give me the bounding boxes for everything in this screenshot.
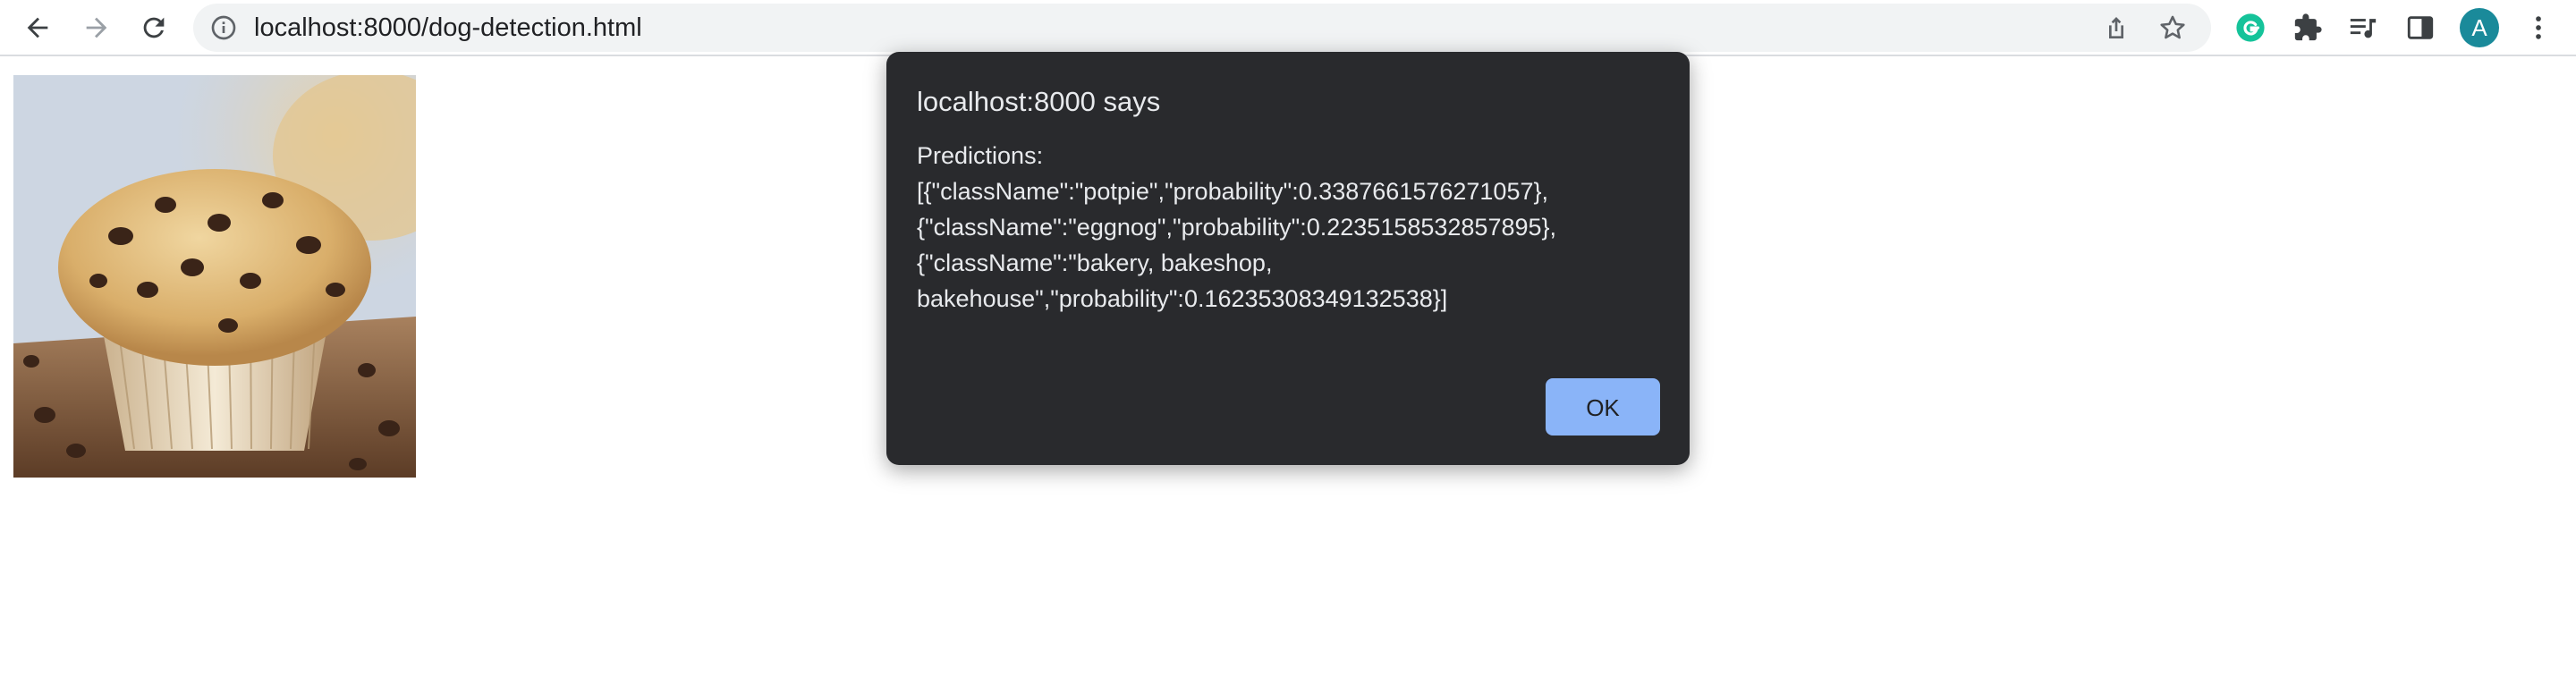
back-button[interactable] bbox=[16, 6, 59, 49]
grammarly-extension[interactable] bbox=[2233, 10, 2268, 46]
browser-toolbar: localhost:8000/dog-detection.html A bbox=[0, 0, 2576, 56]
back-arrow-icon bbox=[27, 17, 48, 38]
dialog-message: Predictions: [{"className":"potpie","pro… bbox=[917, 142, 1557, 312]
grammarly-icon bbox=[2236, 13, 2265, 42]
extensions-button[interactable] bbox=[2290, 10, 2326, 46]
puzzle-extensions-icon bbox=[2294, 13, 2322, 41]
info-icon[interactable] bbox=[209, 13, 238, 42]
address-bar[interactable]: localhost:8000/dog-detection.html bbox=[193, 4, 2211, 52]
side-panel-icon bbox=[2407, 16, 2434, 39]
url-text[interactable]: localhost:8000/dog-detection.html bbox=[254, 4, 642, 52]
side-panel-button[interactable] bbox=[2402, 10, 2438, 46]
star-icon[interactable] bbox=[2157, 13, 2188, 43]
share-icon[interactable] bbox=[2102, 13, 2131, 42]
forward-button[interactable] bbox=[75, 6, 118, 49]
ok-button[interactable]: OK bbox=[1546, 378, 1660, 436]
forward-arrow-icon bbox=[86, 17, 107, 38]
profile-avatar[interactable]: A bbox=[2460, 8, 2499, 47]
reload-icon bbox=[143, 17, 165, 38]
alert-dialog: localhost:8000 says Predictions: [{"clas… bbox=[886, 52, 1690, 465]
browser-menu-button[interactable] bbox=[2521, 10, 2556, 46]
reload-button[interactable] bbox=[132, 6, 175, 49]
dialog-title: localhost:8000 says bbox=[917, 86, 1161, 117]
kebab-menu-icon bbox=[2536, 16, 2541, 39]
media-queue-button[interactable] bbox=[2345, 10, 2381, 46]
media-queue-icon bbox=[2350, 19, 2377, 38]
muffin-image bbox=[13, 75, 416, 478]
muffin-illustration bbox=[13, 75, 416, 478]
